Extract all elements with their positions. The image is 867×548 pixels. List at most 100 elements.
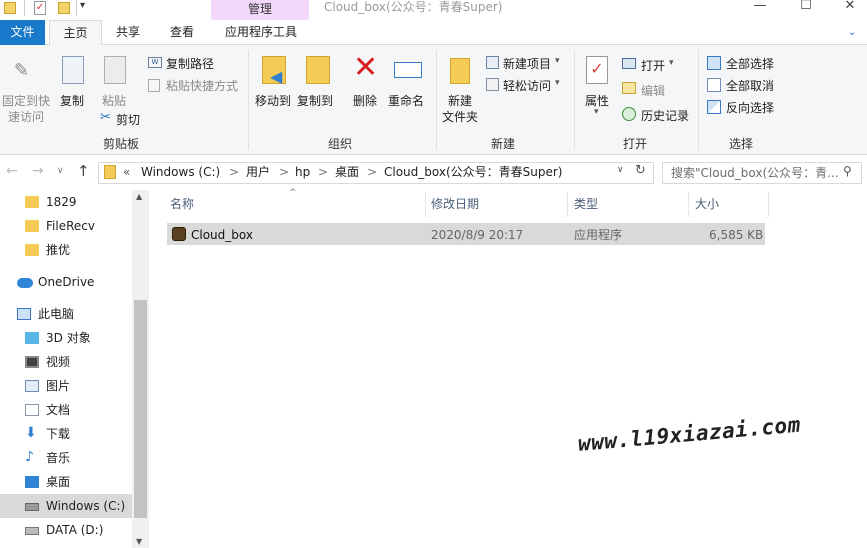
open-icon xyxy=(622,58,636,69)
copy-path-icon: W xyxy=(148,57,162,68)
breadcrumb-separator[interactable]: > xyxy=(279,165,289,179)
nav-item-onedrive[interactable]: OneDrive xyxy=(0,270,132,294)
paste-shortcut-button[interactable]: 粘贴快捷方式 xyxy=(166,77,238,94)
new-item-button[interactable]: 新建项目 xyxy=(503,55,551,72)
folder-icon xyxy=(4,2,16,14)
column-header-size[interactable]: 大小 xyxy=(695,197,719,211)
column-header-date[interactable]: 修改日期 xyxy=(431,197,479,211)
divider xyxy=(698,50,699,150)
properties-quick-icon[interactable]: ✓ xyxy=(34,1,46,15)
tab-app-tools[interactable]: 应用程序工具 xyxy=(215,20,307,45)
new-folder-quick-icon[interactable] xyxy=(58,2,70,14)
recent-locations-icon[interactable]: ∨ xyxy=(57,166,64,176)
invert-selection-button[interactable]: 反向选择 xyxy=(726,99,774,116)
music-note-icon: ♪ xyxy=(25,449,34,465)
file-date: 2020/8/9 20:17 xyxy=(431,228,524,242)
easy-access-icon xyxy=(486,78,499,91)
breadcrumb-separator[interactable]: > xyxy=(367,165,377,179)
nav-item-3d-objects[interactable]: 3D 对象 xyxy=(0,326,132,350)
chevron-down-icon: ▾ xyxy=(555,78,560,88)
desktop-icon xyxy=(25,476,39,488)
customize-quick-access-icon[interactable]: ▾ xyxy=(80,0,85,11)
open-button[interactable]: 打开 xyxy=(641,57,665,74)
breadcrumb-windows[interactable]: Windows (C:) xyxy=(141,165,220,179)
folder-icon xyxy=(25,244,39,256)
file-type: 应用程序 xyxy=(574,228,623,242)
picture-icon xyxy=(25,380,39,392)
copy-to-button[interactable]: 复制到 xyxy=(297,92,333,109)
expand-ribbon-icon[interactable]: ⌄ xyxy=(848,27,856,38)
scissors-icon: ✂ xyxy=(100,110,111,125)
back-arrow-icon[interactable]: ← xyxy=(6,163,18,179)
address-dropdown-icon[interactable]: ∨ xyxy=(617,165,624,175)
scroll-up-icon[interactable]: ▲ xyxy=(136,192,142,201)
scroll-down-icon[interactable]: ▼ xyxy=(136,537,142,546)
nav-item-music[interactable]: ♪ 音乐 xyxy=(0,446,132,470)
nav-item-1829[interactable]: 1829 xyxy=(0,190,132,214)
nav-item-downloads[interactable]: ⬇ 下载 xyxy=(0,422,132,446)
copy-button[interactable]: 复制 xyxy=(60,92,84,109)
nav-scrollbar-thumb[interactable] xyxy=(134,300,147,518)
column-header-name[interactable]: 名称 xyxy=(170,197,194,211)
tab-home[interactable]: 主页 xyxy=(49,20,102,46)
move-to-button[interactable]: 移动到 xyxy=(255,92,291,109)
nav-item-pictures[interactable]: 图片 xyxy=(0,374,132,398)
rename-button[interactable]: 重命名 xyxy=(388,92,424,109)
history-icon xyxy=(622,107,636,121)
easy-access-button[interactable]: 轻松访问 xyxy=(503,77,551,94)
breadcrumb-overflow[interactable]: « xyxy=(123,165,130,179)
breadcrumb-users[interactable]: 用户 xyxy=(246,165,270,179)
select-all-button[interactable]: 全部选择 xyxy=(726,55,774,72)
pin-quick-access-label2: 速访问 xyxy=(8,110,45,124)
chevron-down-icon: ▾ xyxy=(594,107,599,117)
new-group-label: 新建 xyxy=(490,137,515,151)
move-arrow-icon: ◀ xyxy=(270,67,283,86)
nav-item-desktop[interactable]: 桌面 xyxy=(0,470,132,494)
chevron-down-icon: ▾ xyxy=(555,56,560,66)
paste-button[interactable]: 粘贴 xyxy=(102,92,126,109)
breadcrumb-cloudbox[interactable]: Cloud_box(公众号：青春Super) xyxy=(384,165,563,179)
pin-quick-access-button[interactable]: 固定到快 xyxy=(2,92,50,109)
nav-item-documents[interactable]: 文档 xyxy=(0,398,132,422)
copy-path-button[interactable]: 复制路径 xyxy=(166,55,214,72)
nav-item-tuiyou[interactable]: 推优 xyxy=(0,238,132,262)
tab-view[interactable]: 查看 xyxy=(160,20,204,45)
nav-item-windows-c[interactable]: Windows (C:) xyxy=(0,494,132,518)
breadcrumb-hp[interactable]: hp xyxy=(295,165,310,179)
tab-share[interactable]: 共享 xyxy=(108,20,148,45)
edit-icon xyxy=(622,82,636,94)
breadcrumb-separator[interactable]: > xyxy=(318,165,328,179)
forward-arrow-icon[interactable]: → xyxy=(32,163,44,179)
organize-group-label: 组织 xyxy=(327,137,352,151)
history-button[interactable]: 历史记录 xyxy=(641,107,689,124)
chevron-down-icon: ▾ xyxy=(669,58,674,68)
search-input[interactable]: 搜索"Cloud_box(公众号：青... xyxy=(662,162,862,184)
edit-button[interactable]: 编辑 xyxy=(641,82,665,99)
nav-item-filerecv[interactable]: FileRecv xyxy=(0,214,132,238)
cut-button[interactable]: 剪切 xyxy=(116,111,140,128)
delete-icon: ✕ xyxy=(353,50,379,85)
breadcrumb-desktop[interactable]: 桌面 xyxy=(335,165,359,179)
nav-item-videos[interactable]: 视频 xyxy=(0,350,132,374)
nav-item-this-pc[interactable]: 此电脑 xyxy=(0,302,132,326)
folder-icon xyxy=(25,196,39,208)
delete-button[interactable]: 删除 xyxy=(353,92,377,109)
refresh-icon[interactable]: ↻ xyxy=(635,163,646,178)
breadcrumb-separator[interactable]: > xyxy=(229,165,239,179)
nav-item-data-d[interactable]: DATA (D:) xyxy=(0,518,132,542)
select-none-button[interactable]: 全部取消 xyxy=(726,77,774,94)
tab-file[interactable]: 文件 xyxy=(0,20,45,45)
new-folder-button[interactable]: 新建 xyxy=(448,92,472,109)
column-header-type[interactable]: 类型 xyxy=(574,197,598,211)
sort-ascending-icon: ^ xyxy=(289,188,297,198)
divider xyxy=(567,192,568,217)
search-icon[interactable]: ⚲ xyxy=(843,164,852,178)
invert-selection-icon xyxy=(707,100,721,114)
minimize-button[interactable]: — xyxy=(740,0,780,16)
window-title: Cloud_box(公众号：青春Super) xyxy=(324,0,503,14)
up-arrow-icon[interactable]: ↑ xyxy=(77,162,90,180)
maximize-button[interactable]: ☐ xyxy=(786,0,826,16)
divider xyxy=(248,50,249,150)
folder-icon xyxy=(25,220,39,232)
close-button[interactable]: ✕ xyxy=(830,0,867,16)
